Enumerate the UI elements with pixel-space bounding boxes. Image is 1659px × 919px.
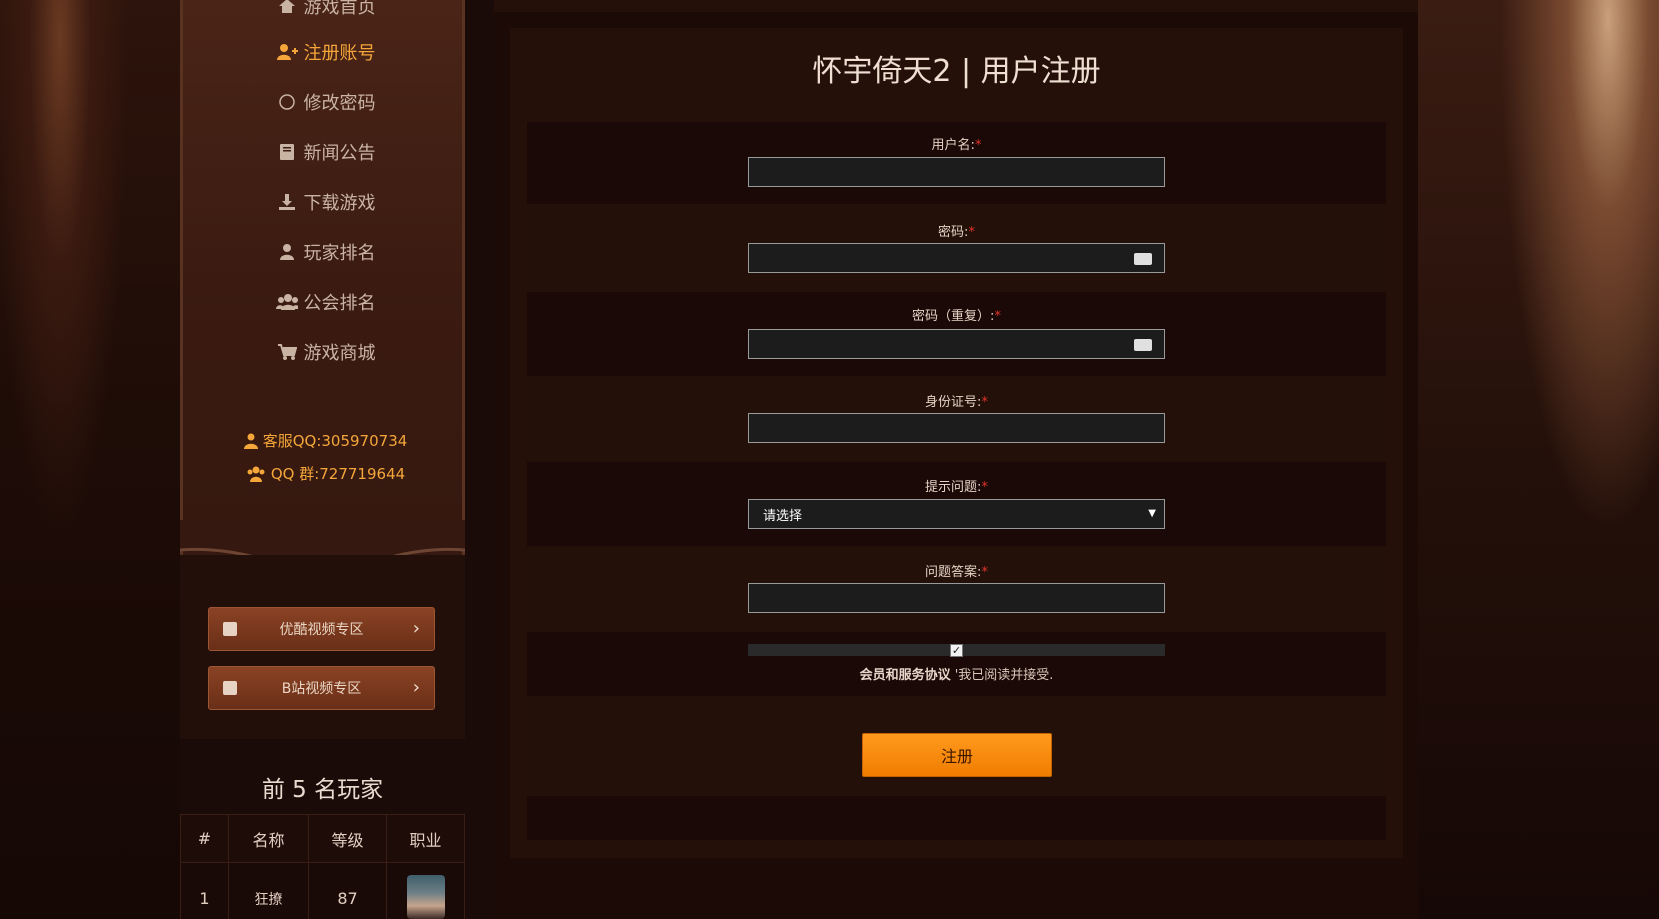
contact-qq-text: 客服QQ:305970734 bbox=[262, 432, 408, 450]
user-plus-icon bbox=[276, 43, 298, 61]
bilibili-video-label: B站视频专区 bbox=[281, 681, 362, 697]
bilibili-video-button[interactable]: B站视频专区 › bbox=[208, 666, 435, 710]
question-label: 提示问题:* bbox=[925, 480, 988, 495]
col-class: 职业 bbox=[386, 814, 465, 863]
contact-group-text: QQ 群:727719644 bbox=[270, 465, 406, 483]
col-level: 等级 bbox=[308, 814, 387, 863]
question-row: 提示问题:* 请选择 ▼ bbox=[527, 462, 1386, 546]
class-avatar bbox=[406, 874, 445, 919]
required-mark: * bbox=[981, 480, 988, 495]
answer-row: 问题答案:* bbox=[527, 546, 1386, 632]
top5-table: # 名称 等级 职业 1 狂撩 87 bbox=[180, 814, 465, 919]
keyboard-icon[interactable] bbox=[1134, 253, 1152, 265]
id-number-label: 身份证号:* bbox=[925, 395, 988, 410]
sidebar-item-label: 玩家排名 bbox=[303, 243, 376, 264]
agreement-text: 会员和服务协议 '我已阅读并接受. bbox=[859, 668, 1054, 683]
download-icon bbox=[276, 193, 298, 211]
facebook-icon bbox=[223, 681, 237, 695]
username-input[interactable] bbox=[748, 157, 1165, 187]
username-row: 用户名:* bbox=[527, 122, 1386, 204]
cell-name: 狂撩 bbox=[228, 862, 309, 919]
answer-input[interactable] bbox=[748, 583, 1165, 613]
users-icon bbox=[275, 293, 298, 311]
table-row: 1 狂撩 87 bbox=[180, 862, 465, 919]
keyboard-icon[interactable] bbox=[1134, 339, 1152, 351]
page-title: 怀宇倚天2 | 用户注册 bbox=[812, 54, 1101, 89]
sidebar-video-panel: 优酷视频专区 › B站视频专区 › bbox=[180, 555, 465, 739]
answer-label: 问题答案:* bbox=[925, 565, 988, 580]
required-mark: * bbox=[968, 225, 975, 240]
sidebar-item-register[interactable]: 注册账号 bbox=[183, 36, 468, 68]
main-top-strip bbox=[494, 0, 1418, 12]
cart-icon bbox=[276, 343, 298, 361]
youku-video-button[interactable]: 优酷视频专区 › bbox=[208, 607, 435, 651]
required-mark: * bbox=[981, 565, 988, 580]
required-mark: * bbox=[981, 395, 988, 410]
col-name: 名称 bbox=[228, 814, 309, 863]
sidebar-item-label: 新闻公告 bbox=[303, 143, 376, 164]
id-number-row: 身份证号:* bbox=[527, 376, 1386, 462]
username-label: 用户名:* bbox=[931, 138, 982, 153]
col-rank: # bbox=[180, 814, 229, 863]
chevron-right-icon: › bbox=[412, 618, 420, 639]
user-icon bbox=[243, 433, 258, 449]
sidebar-item-player-ranking[interactable]: 玩家排名 bbox=[183, 236, 468, 268]
password-row: 密码:* bbox=[527, 204, 1386, 292]
password-repeat-input[interactable] bbox=[748, 329, 1165, 359]
register-button[interactable]: 注册 bbox=[862, 733, 1052, 777]
agreement-link[interactable]: 会员和服务协议 bbox=[860, 668, 951, 683]
youku-video-label: 优酷视频专区 bbox=[279, 622, 364, 638]
sidebar-item-game-home[interactable]: 游戏首页 bbox=[183, 0, 468, 22]
contact-qq: 客服QQ:305970734 bbox=[183, 430, 468, 451]
question-selected-value: 请选择 bbox=[763, 508, 803, 524]
sidebar-item-news[interactable]: 新闻公告 bbox=[183, 136, 468, 168]
users-icon bbox=[246, 466, 266, 482]
sidebar-item-guild-ranking[interactable]: 公会排名 bbox=[183, 286, 468, 318]
sidebar-menu: 游戏首页 注册账号 修改密码 新闻公告 下载游戏 玩家排名 公会排名 游戏商城 … bbox=[180, 0, 465, 555]
question-select[interactable]: 请选择 ▼ bbox=[748, 499, 1165, 529]
required-mark: * bbox=[974, 138, 982, 153]
cell-rank: 1 bbox=[180, 862, 229, 919]
form-footer-row bbox=[527, 796, 1386, 840]
id-number-input[interactable] bbox=[748, 413, 1165, 443]
password-label: 密码:* bbox=[938, 225, 975, 240]
password-repeat-row: 密码（重复）:* bbox=[527, 292, 1386, 376]
sidebar-item-change-password[interactable]: 修改密码 bbox=[183, 86, 468, 118]
sidebar-item-label: 游戏商城 bbox=[303, 343, 376, 364]
contact-group: QQ 群:727719644 bbox=[183, 463, 468, 484]
table-header-row: # 名称 等级 职业 bbox=[180, 814, 465, 863]
circle-icon bbox=[276, 93, 298, 111]
password-repeat-label: 密码（重复）:* bbox=[912, 309, 1001, 324]
video-icon bbox=[223, 622, 237, 636]
sidebar-item-download[interactable]: 下载游戏 bbox=[183, 186, 468, 218]
cell-class bbox=[386, 862, 465, 919]
top5-title: 前 5 名玩家 bbox=[261, 777, 384, 803]
dropdown-arrow-icon: ▼ bbox=[1148, 508, 1156, 519]
required-mark: * bbox=[994, 309, 1001, 324]
agree-checkbox[interactable]: ✓ bbox=[950, 644, 963, 657]
cell-level: 87 bbox=[308, 862, 387, 919]
sidebar-item-label: 下载游戏 bbox=[303, 193, 376, 214]
sidebar-item-label: 注册账号 bbox=[303, 43, 376, 64]
sidebar-item-label: 公会排名 bbox=[303, 293, 376, 314]
background-right-scenery bbox=[1418, 0, 1659, 919]
password-input[interactable] bbox=[748, 243, 1165, 273]
book-icon bbox=[276, 143, 298, 161]
chevron-right-icon: › bbox=[412, 677, 420, 698]
sidebar-item-label: 修改密码 bbox=[303, 93, 376, 114]
agreement-row: ✓ 会员和服务协议 '我已阅读并接受. bbox=[527, 632, 1386, 696]
background-left-scenery bbox=[0, 0, 180, 919]
sidebar-item-game-shop[interactable]: 游戏商城 bbox=[183, 336, 468, 368]
user-icon bbox=[276, 243, 298, 261]
sidebar-item-label: 游戏首页 bbox=[303, 0, 376, 18]
home-icon bbox=[276, 0, 298, 15]
